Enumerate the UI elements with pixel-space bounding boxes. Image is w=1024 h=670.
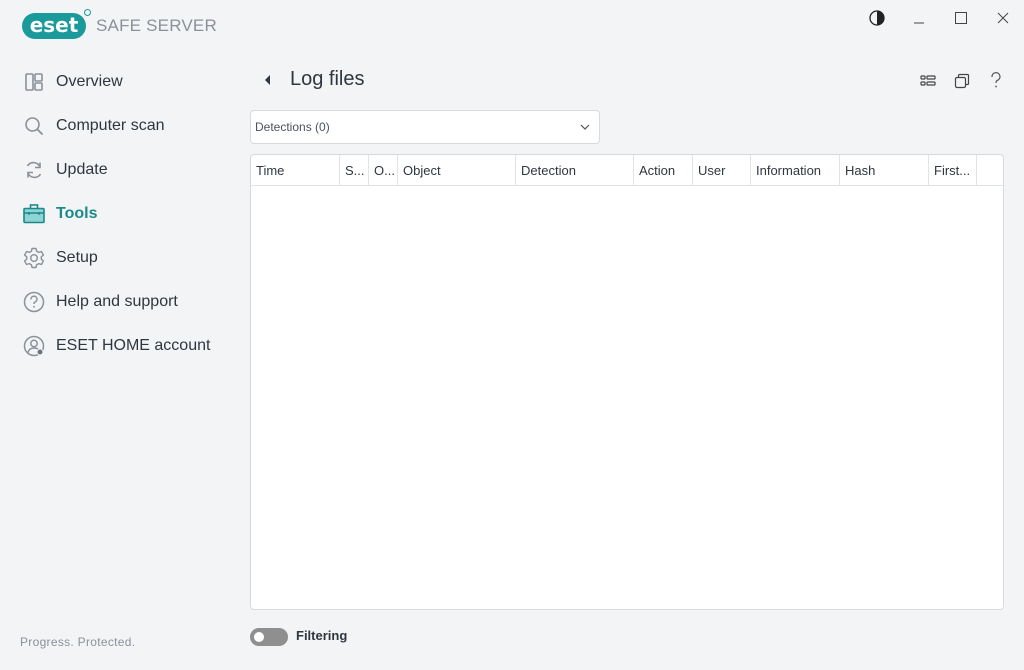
refresh-icon (22, 158, 46, 182)
sidebar-item-eset-home-account[interactable]: ESET HOME account (22, 333, 210, 359)
tagline: Progress. Protected. (20, 635, 136, 649)
table-body (251, 187, 1003, 609)
view-layout-button[interactable] (917, 70, 939, 92)
chevron-down-icon (580, 124, 590, 130)
copy-button[interactable] (951, 70, 973, 92)
product-name: SAFE SERVER (96, 16, 217, 35)
column-header-time[interactable]: Time (251, 155, 340, 186)
view-layout-icon (920, 75, 936, 86)
page-title: Log files (290, 68, 365, 90)
sidebar-item-overview[interactable]: Overview (22, 69, 123, 95)
overview-icon (22, 70, 46, 94)
minimize-icon (914, 22, 924, 24)
maximize-icon (955, 12, 967, 24)
toggle-knob (254, 632, 264, 642)
minimize-button[interactable] (907, 8, 931, 28)
account-icon (22, 334, 46, 358)
search-icon (22, 114, 46, 138)
column-header-object-type[interactable]: O... (369, 155, 398, 186)
copy-icon (954, 73, 970, 89)
sidebar-item-label: Help and support (56, 293, 178, 310)
sidebar-item-update[interactable]: Update (22, 157, 108, 183)
app-logo: eset SAFE SERVER (22, 9, 217, 39)
maximize-button[interactable] (949, 8, 973, 28)
sidebar-item-computer-scan[interactable]: Computer scan (22, 113, 165, 139)
filtering-toggle[interactable] (250, 628, 288, 646)
back-arrow-icon (265, 75, 270, 85)
sidebar-item-label: Tools (56, 205, 98, 222)
column-header-user[interactable]: User (693, 155, 751, 186)
table-header: Time S... O... Object Detection Action U… (251, 155, 1003, 186)
brand-name: eset (29, 13, 79, 37)
help-icon (991, 72, 1001, 88)
sidebar-item-label: Setup (56, 249, 98, 266)
sidebar-item-label: ESET HOME account (56, 337, 211, 354)
sidebar-item-label: Overview (56, 73, 123, 90)
column-header-severity[interactable]: S... (340, 155, 369, 186)
close-button[interactable] (991, 8, 1015, 28)
sidebar-item-label: Update (56, 161, 108, 178)
theme-toggle-button[interactable] (865, 8, 889, 28)
log-type-dropdown[interactable]: Detections (0) (250, 110, 600, 144)
log-table: Time S... O... Object Detection Action U… (250, 154, 1004, 610)
registered-mark (84, 9, 91, 16)
close-icon (997, 12, 1009, 24)
back-button[interactable] (259, 71, 277, 89)
column-header-action[interactable]: Action (634, 155, 693, 186)
contrast-icon (869, 10, 885, 26)
gear-icon (22, 246, 46, 270)
log-type-selected: Detections (0) (255, 120, 330, 134)
sidebar-item-label: Computer scan (56, 117, 165, 134)
help-icon (22, 290, 46, 314)
filtering-label: Filtering (296, 628, 348, 643)
column-header-first-seen[interactable]: First... (929, 155, 977, 186)
eset-logo-badge: eset (22, 9, 91, 39)
toolbox-icon (22, 202, 46, 226)
help-button[interactable] (985, 70, 1007, 92)
column-header-object[interactable]: Object (398, 155, 516, 186)
sidebar-item-tools[interactable]: Tools (22, 201, 97, 227)
column-header-detection[interactable]: Detection (516, 155, 634, 186)
column-header-information[interactable]: Information (751, 155, 840, 186)
sidebar-item-help-and-support[interactable]: Help and support (22, 289, 178, 315)
sidebar-item-setup[interactable]: Setup (22, 245, 98, 271)
column-header-hash[interactable]: Hash (840, 155, 929, 186)
